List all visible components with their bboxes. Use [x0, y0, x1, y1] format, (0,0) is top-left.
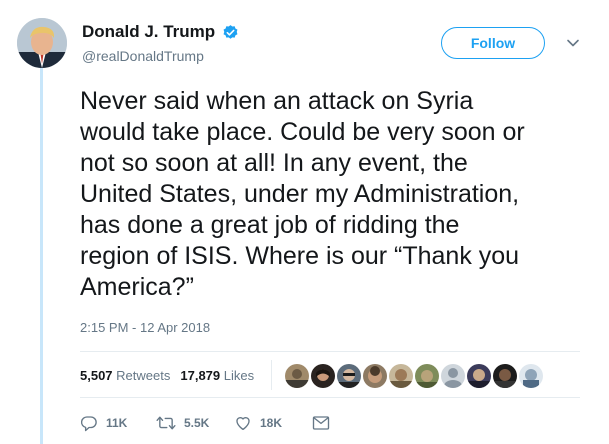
tweet-card: Donald J. Trump @realDonaldTrump Follow …: [0, 0, 609, 444]
tweet-text: Never said when an attack on Syria would…: [80, 86, 585, 303]
liker-avatar[interactable]: [519, 364, 543, 388]
likes-label: Likes: [223, 368, 255, 383]
likes-stat[interactable]: 17,879 Likes: [180, 368, 254, 383]
chevron-down-icon[interactable]: [566, 38, 580, 48]
liker-avatar[interactable]: [493, 364, 517, 388]
liker-avatar[interactable]: [415, 364, 439, 388]
retweets-count: 5,507: [80, 368, 113, 383]
tweet-actions: 11K 5.5K 18K: [80, 413, 338, 433]
reply-icon: [80, 416, 97, 432]
liker-avatars: [285, 364, 545, 388]
tweet-text-line: America?”: [80, 273, 194, 301]
retweet-count: 5.5K: [184, 416, 210, 430]
stats-separator: [271, 360, 272, 390]
thread-line: [40, 68, 43, 444]
tweet-text-line: has done a great job of ridding the: [80, 211, 460, 239]
divider-top: [80, 351, 580, 352]
reply-button[interactable]: 11K: [80, 414, 156, 432]
direct-message-button[interactable]: [312, 415, 338, 431]
retweets-label: Retweets: [116, 368, 171, 383]
liker-avatar[interactable]: [363, 364, 387, 388]
heart-icon: [236, 417, 250, 431]
tweet-timestamp[interactable]: 2:15 PM - 12 Apr 2018: [80, 320, 210, 335]
follow-button[interactable]: Follow: [441, 27, 545, 59]
tweet-text-line: region of ISIS. Where is our “Thank you: [80, 242, 520, 270]
retweet-button[interactable]: 5.5K: [156, 414, 234, 432]
tweet-text-line: would take place. Could be very soon or: [80, 118, 525, 146]
tweet-stats: 5,507 Retweets 17,879 Likes: [80, 368, 254, 383]
likes-count: 17,879: [180, 368, 221, 383]
tweet-text-line: Never said when an attack on Syria: [80, 87, 474, 115]
divider-bottom: [80, 397, 580, 398]
direct-message-icon: [312, 416, 330, 430]
tweet-text-line: United States, under my Administration,: [80, 180, 520, 208]
liker-avatar[interactable]: [285, 364, 309, 388]
liker-avatar[interactable]: [337, 364, 361, 388]
verified-badge-icon: [223, 25, 238, 39]
liker-avatar[interactable]: [311, 364, 335, 388]
author-handle[interactable]: @realDonaldTrump: [82, 48, 204, 64]
liker-avatar[interactable]: [389, 364, 413, 388]
liker-avatar[interactable]: [441, 364, 465, 388]
like-button[interactable]: 18K: [234, 414, 312, 432]
tweet-text-line: not so soon at all! In any event, the: [80, 149, 468, 177]
author-avatar[interactable]: [17, 18, 67, 68]
retweets-stat[interactable]: 5,507 Retweets: [80, 368, 170, 383]
author-name[interactable]: Donald J. Trump: [82, 22, 215, 42]
like-count: 18K: [260, 416, 283, 430]
reply-count: 11K: [106, 416, 128, 430]
liker-avatar[interactable]: [467, 364, 491, 388]
retweet-icon: [156, 416, 176, 430]
